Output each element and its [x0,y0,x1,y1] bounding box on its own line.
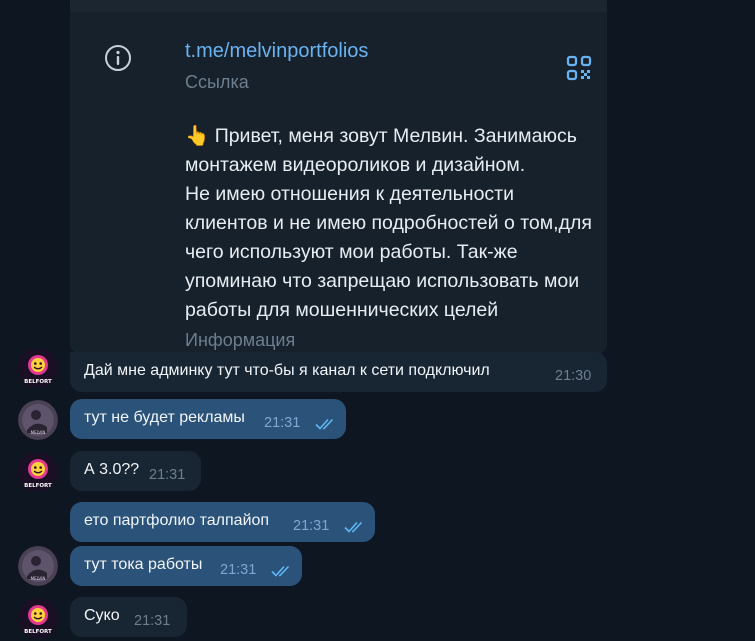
message-time: 21:31 [220,562,257,578]
bio-line: работы для мошеннических целей [185,299,499,321]
profile-bio: 👆 Привет, меня зовут Мелвин. Занимаюсь м… [185,122,607,325]
message-text: Суко [84,607,120,624]
avatar-belfort[interactable]: BELFORT [18,452,58,492]
bio-line: упоминаю что запрещаю использовать мои [185,270,580,292]
read-double-check-icon [344,521,363,533]
svg-text:BELFORT: BELFORT [24,379,52,385]
card-top-strip [70,0,607,12]
message-bubble-outgoing[interactable]: ето партфолио талпайоп 21:31 [70,502,375,542]
chat-window: t.me/melvinportfolios Ссылка 👆 Привет, м… [0,0,755,641]
profile-link[interactable]: t.me/melvinportfolios [185,40,368,63]
message-text: тут тока работы [84,556,203,573]
message-bubble-incoming[interactable]: Суко 21:31 [70,597,187,637]
svg-text:BELFORT: BELFORT [24,483,52,489]
message-time: 21:31 [134,613,171,629]
message-time: 21:31 [149,467,186,483]
message-time: 21:31 [264,415,301,431]
message-time: 21:30 [555,368,592,384]
message-bubble-incoming[interactable]: Дай мне админку тут что-бы я канал к сет… [70,352,607,392]
message-text: Дай мне админку тут что-бы я канал к сет… [84,362,490,379]
message-time: 21:31 [293,518,330,534]
info-icon [104,44,132,72]
message-bubble-outgoing[interactable]: тут тока работы 21:31 [70,546,302,586]
link-caption: Ссылка [185,72,249,92]
message-bubble-incoming[interactable]: А 3.0?? 21:31 [70,451,201,491]
qr-code-icon[interactable] [566,55,592,81]
message-text: ето партфолио талпайоп [84,512,270,529]
bio-line: Не имею отношения к деятельности [185,183,514,205]
avatar-melvin[interactable]: MELVIN [18,546,58,586]
message-text: А 3.0?? [84,461,140,478]
bio-line: 👆 Привет, меня зовут Мелвин. Занимаюсь [185,125,577,147]
avatar-melvin[interactable]: MELVIN [18,400,58,440]
bio-line: клиентов и не имею подробностей о том,дл… [185,212,592,234]
bio-caption: Информация [185,330,296,350]
bio-line: чего используют мои работы. Так-же [185,241,518,263]
avatar-belfort[interactable]: BELFORT [18,598,58,638]
avatar-belfort[interactable]: BELFORT [18,348,58,388]
read-double-check-icon [315,418,334,430]
svg-text:MELVIN: MELVIN [31,576,46,581]
read-double-check-icon [271,565,290,577]
message-bubble-outgoing[interactable]: тут не будет рекламы 21:31 [70,399,346,439]
message-text: тут не будет рекламы [84,409,245,426]
svg-text:BELFORT: BELFORT [24,629,52,635]
bio-line: монтажем видеороликов и дизайном. [185,154,526,176]
profile-info-card: t.me/melvinportfolios Ссылка 👆 Привет, м… [70,0,607,354]
svg-text:MELVIN: MELVIN [31,430,46,435]
